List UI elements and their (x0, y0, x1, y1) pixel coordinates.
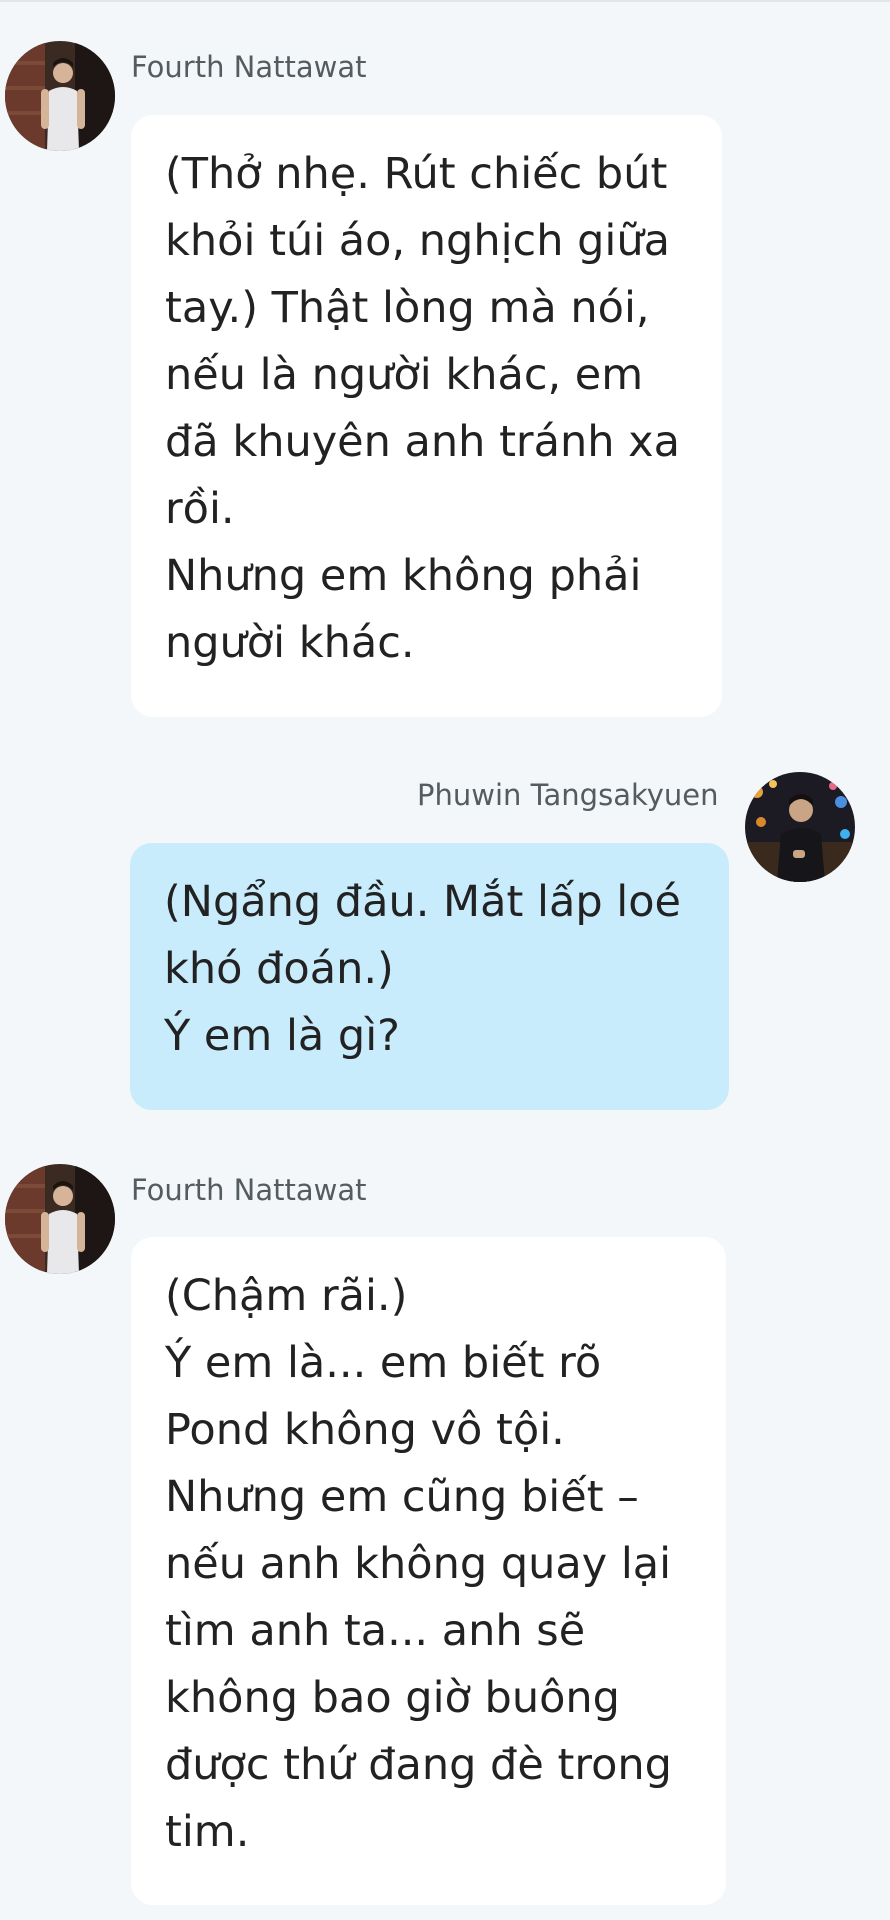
fourth-avatar[interactable] (5, 1164, 115, 1274)
sender-name: Fourth Nattawat (131, 50, 367, 84)
sender-name: Phuwin Tangsakyuen (417, 778, 719, 812)
top-divider (0, 0, 890, 2)
message-bubble-incoming[interactable]: (Chậm rãi.) Ý em là... em biết rõ Pond k… (131, 1237, 726, 1905)
sender-name: Fourth Nattawat (131, 1173, 367, 1207)
message-bubble-incoming[interactable]: (Thở nhẹ. Rút chiếc bút khỏi túi áo, ngh… (131, 115, 722, 717)
message-bubble-outgoing[interactable]: (Ngẩng đầu. Mắt lấp loé khó đoán.) Ý em … (130, 843, 729, 1110)
fourth-avatar[interactable] (5, 41, 115, 151)
phuwin-avatar[interactable] (745, 772, 855, 882)
